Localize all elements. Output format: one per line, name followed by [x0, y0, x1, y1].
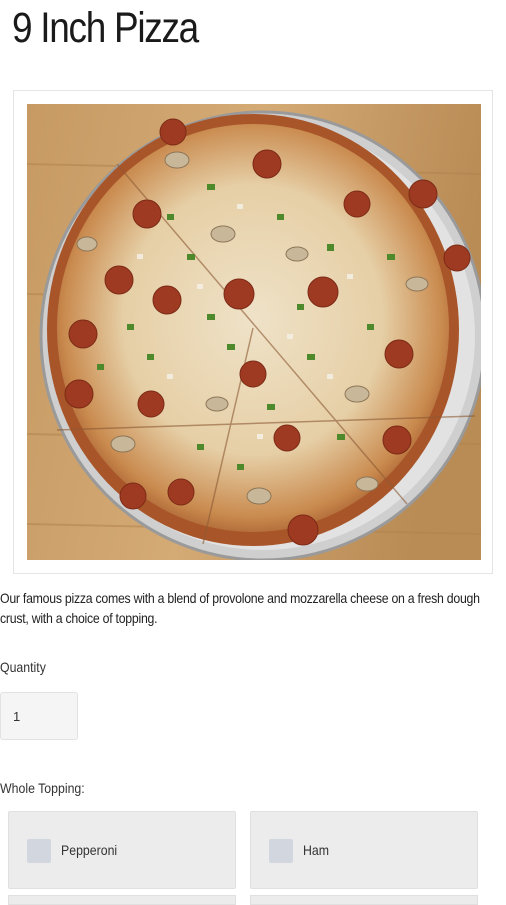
product-description: Our famous pizza comes with a blend of p…: [0, 590, 480, 626]
quantity-label: Quantity: [0, 659, 46, 675]
topping-option-label: Pepperoni: [61, 842, 118, 858]
topping-option-ham[interactable]: Ham: [250, 811, 478, 889]
topping-option-label: Ham: [303, 842, 330, 858]
topping-option-next-row[interactable]: [250, 895, 478, 905]
whole-topping-label: Whole Topping:: [0, 780, 85, 796]
product-title: 9 Inch Pizza: [12, 4, 199, 52]
checkbox-icon[interactable]: [269, 839, 293, 863]
checkbox-icon[interactable]: [27, 839, 51, 863]
quantity-input[interactable]: [0, 692, 78, 740]
topping-option-next-row[interactable]: [8, 895, 236, 905]
product-image-frame: [13, 90, 493, 574]
pizza-photo[interactable]: [27, 104, 481, 560]
topping-option-pepperoni[interactable]: Pepperoni: [8, 811, 236, 889]
